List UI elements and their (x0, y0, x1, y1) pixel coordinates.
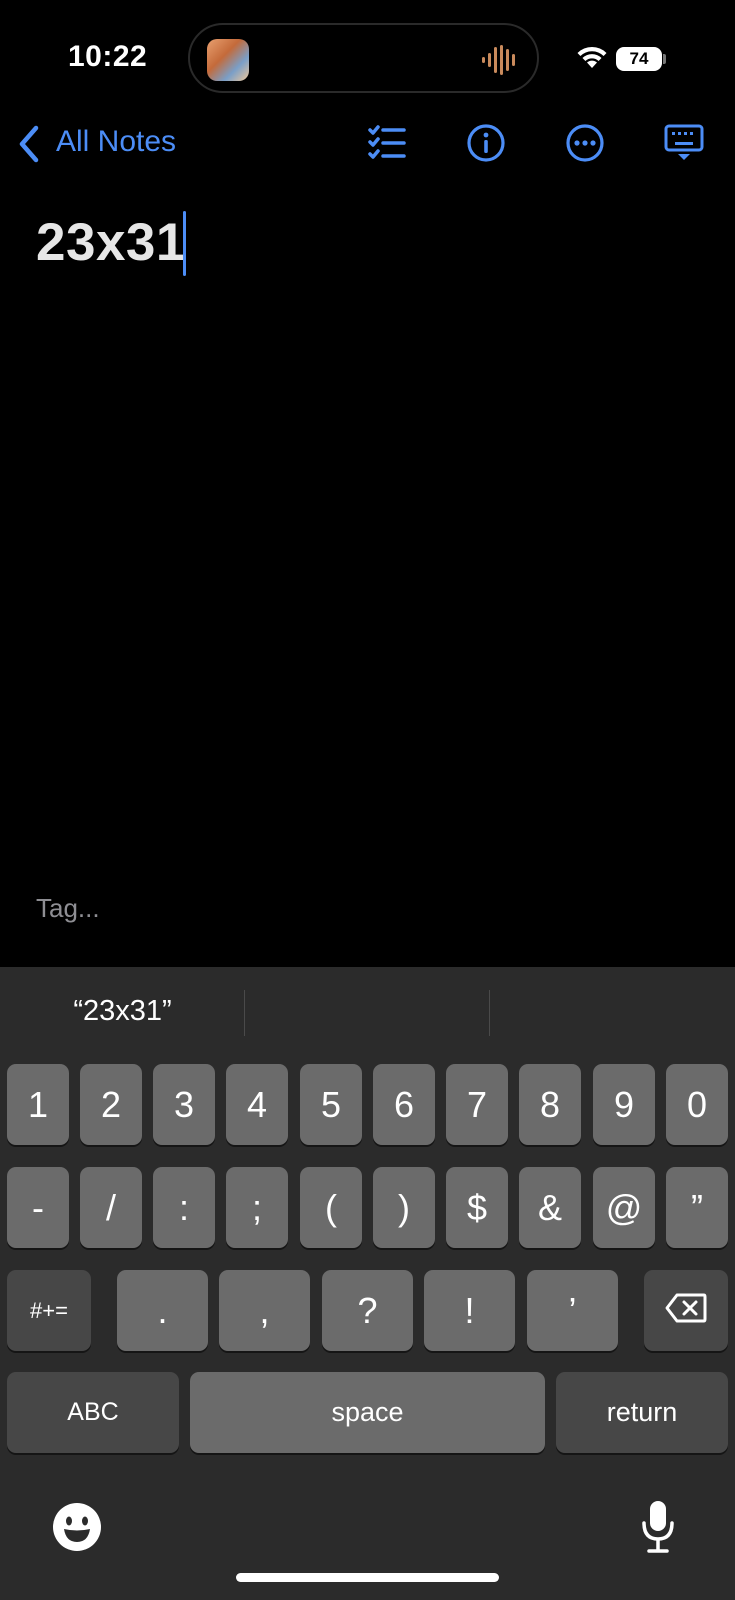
text-cursor (183, 211, 186, 276)
key-exclamation[interactable]: ! (424, 1270, 515, 1351)
note-title[interactable]: 23x31 (36, 212, 186, 273)
key-open-paren[interactable]: ( (300, 1167, 362, 1248)
key-semicolon[interactable]: ; (226, 1167, 288, 1248)
key-comma[interactable]: , (219, 1270, 310, 1351)
battery-tip (663, 54, 666, 64)
suggestion-item[interactable]: “23x31” (0, 995, 245, 1028)
wifi-icon (576, 44, 608, 75)
key-dollar[interactable]: $ (446, 1167, 508, 1248)
microphone-icon[interactable] (640, 1499, 676, 1560)
key-apostrophe[interactable]: ’ (527, 1270, 618, 1351)
key-symbols-shift[interactable]: #+= (7, 1270, 91, 1351)
key-1[interactable]: 1 (7, 1064, 69, 1145)
more-icon[interactable] (563, 121, 607, 165)
key-6[interactable]: 6 (373, 1064, 435, 1145)
key-ampersand[interactable]: & (519, 1167, 581, 1248)
key-slash[interactable]: / (80, 1167, 142, 1248)
key-9[interactable]: 9 (593, 1064, 655, 1145)
key-colon[interactable]: : (153, 1167, 215, 1248)
return-key[interactable]: return (556, 1372, 728, 1453)
emoji-icon[interactable] (52, 1502, 102, 1557)
space-bar[interactable]: space (190, 1372, 545, 1453)
key-5[interactable]: 5 (300, 1064, 362, 1145)
album-art-thumbnail[interactable] (207, 39, 249, 81)
tag-input[interactable]: Tag... (36, 893, 100, 924)
key-quote[interactable]: ” (666, 1167, 728, 1248)
key-0[interactable]: 0 (666, 1064, 728, 1145)
battery-level: 74 (629, 49, 649, 68)
key-7[interactable]: 7 (446, 1064, 508, 1145)
key-3[interactable]: 3 (153, 1064, 215, 1145)
audio-waveform-icon (482, 45, 520, 80)
info-icon[interactable] (464, 121, 508, 165)
key-8[interactable]: 8 (519, 1064, 581, 1145)
keyboard-dismiss-icon[interactable] (662, 121, 706, 165)
key-abc[interactable]: ABC (7, 1372, 179, 1453)
delete-backspace-icon (665, 1290, 707, 1332)
suggestion-divider (489, 990, 490, 1036)
key-4[interactable]: 4 (226, 1064, 288, 1145)
key-period[interactable]: . (117, 1270, 208, 1351)
key-hyphen[interactable]: - (7, 1167, 69, 1248)
back-chevron-icon[interactable] (14, 124, 44, 169)
home-indicator[interactable] (236, 1573, 499, 1582)
checklist-icon[interactable] (366, 121, 410, 165)
status-time: 10:22 (68, 40, 148, 73)
key-question[interactable]: ? (322, 1270, 413, 1351)
delete-key[interactable] (644, 1270, 728, 1351)
key-2[interactable]: 2 (80, 1064, 142, 1145)
back-button-all-notes[interactable]: All Notes (56, 125, 176, 159)
suggestion-divider (244, 990, 245, 1036)
key-at[interactable]: @ (593, 1167, 655, 1248)
key-close-paren[interactable]: ) (373, 1167, 435, 1248)
